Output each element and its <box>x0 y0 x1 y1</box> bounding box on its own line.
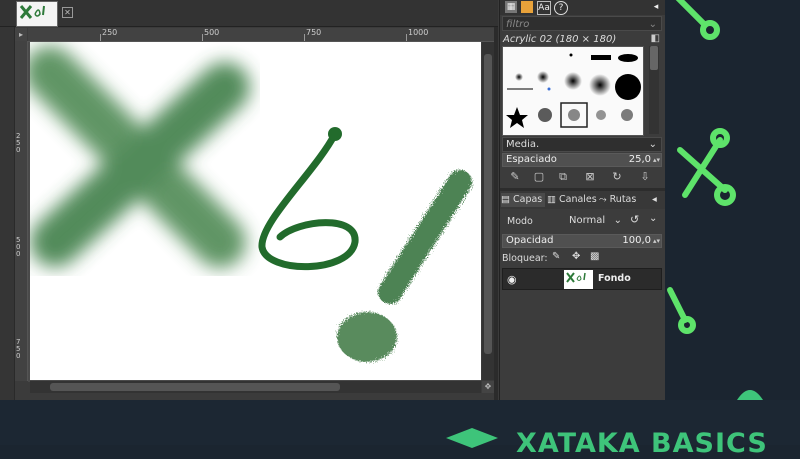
refresh-brushes-icon[interactable]: ↻ <box>610 170 624 184</box>
tab-label: Canales <box>559 194 597 205</box>
pattern-tab-icon[interactable] <box>521 1 533 13</box>
category-value: Media. <box>506 139 540 150</box>
mode-select[interactable]: Normal ⌄ <box>566 214 624 229</box>
ruler-mark: 250 <box>102 28 118 37</box>
vertical-ruler: 250 500 750 <box>15 41 28 381</box>
new-brush-icon[interactable]: ▢ <box>532 170 546 184</box>
close-icon[interactable]: ✕ <box>62 7 73 18</box>
scroll-thumb[interactable] <box>650 46 658 70</box>
brush-filter-input[interactable]: filtro ⌄ <box>502 16 662 31</box>
brush-grid[interactable] <box>502 46 644 136</box>
ruler-mark: 500 <box>204 28 220 37</box>
current-brush-name: Acrylic 02 (180 × 180) <box>503 34 617 45</box>
ruler-mark: 750 <box>306 28 322 37</box>
chevron-down-icon: ⌄ <box>648 139 657 150</box>
navigate-icon[interactable]: ✥ <box>482 381 494 393</box>
layer-thumbnail <box>564 270 593 289</box>
image-canvas[interactable] <box>30 42 481 380</box>
reset-mode-icon[interactable]: ↺ <box>630 213 639 226</box>
ruler-mark: 1000 <box>408 28 429 37</box>
painted-strokes <box>30 46 472 362</box>
panel-menu-icon[interactable]: ◂ <box>652 193 662 207</box>
layer-row[interactable]: ◉ Fondo <box>502 268 662 290</box>
lock-pixels-icon[interactable]: ✎ <box>552 251 560 262</box>
open-brush-icon[interactable]: ⇩ <box>638 170 652 184</box>
horizontal-scrollbar[interactable] <box>30 381 481 393</box>
spacing-label: Espaciado <box>506 154 557 165</box>
filter-placeholder: filtro <box>506 19 530 30</box>
mode-label: Modo <box>507 216 533 227</box>
mode-value: Normal <box>569 215 606 226</box>
horizontal-ruler: 250 500 750 1000 <box>28 28 496 42</box>
layer-panel-tabs: ▤ Capas ▥ Canales ⤳ Rutas ◂ <box>500 191 666 209</box>
layer-name: Fondo <box>598 273 631 284</box>
brush-tool-row: ✎ ▢ ⧉ ⊠ ↻ ⇩ <box>500 170 666 186</box>
ruler-mark: 500 <box>16 236 21 258</box>
vertical-scrollbar[interactable] <box>482 42 494 380</box>
xataka-logo-icon <box>19 5 45 19</box>
tab-layers[interactable]: ▤ Capas <box>501 193 545 207</box>
dock-tab-icons: ▦ Aa ? ◂ <box>500 0 666 15</box>
scroll-thumb[interactable] <box>484 54 492 354</box>
tab-paths[interactable]: ⤳ Rutas <box>599 193 643 207</box>
brush-scrollbar[interactable] <box>649 46 659 134</box>
spinner-arrows-icon[interactable]: ▴▾ <box>653 235 660 247</box>
tab-label: Rutas <box>609 194 637 205</box>
lock-label: Bloquear: <box>502 253 548 264</box>
tab-channels[interactable]: ▥ Canales <box>547 193 597 207</box>
gimp-window: ✕ ▸ 250 500 750 1000 250 500 750 ✥ ▦ Aa … <box>0 0 666 400</box>
chevron-down-icon: ⌄ <box>613 215 622 226</box>
ruler-mark: 750 <box>16 338 21 360</box>
tab-label: Capas <box>513 194 543 205</box>
brush-view-toggle-icon[interactable]: ◧ <box>651 33 660 44</box>
ruler-mark: 250 <box>16 132 21 154</box>
canvas-edge <box>494 27 498 400</box>
right-dock: ▦ Aa ? ◂ filtro ⌄ Acrylic 02 (180 × 180)… <box>499 0 666 400</box>
spinner-arrows-icon[interactable]: ▴▾ <box>653 154 660 166</box>
image-tab-thumbnail[interactable] <box>16 1 58 27</box>
brush-category-select[interactable]: Media. ⌄ <box>502 137 662 152</box>
scissors-icon-pattern <box>667 0 763 400</box>
scroll-thumb[interactable] <box>50 383 340 391</box>
panel-menu-icon[interactable]: ◂ <box>650 1 662 13</box>
ruler-corner-button[interactable]: ▸ <box>15 28 27 41</box>
background-decoration <box>665 0 800 400</box>
lock-alpha-icon[interactable]: ▩ <box>590 251 599 262</box>
lock-position-icon[interactable]: ✥ <box>572 251 580 262</box>
left-strip <box>0 27 15 400</box>
eye-icon[interactable]: ◉ <box>507 273 517 286</box>
edit-brush-icon[interactable]: ✎ <box>508 170 522 184</box>
chevron-down-icon[interactable]: ⌄ <box>649 213 657 224</box>
spacing-value: 25,0 <box>628 154 651 165</box>
brush-tab-icon[interactable]: ▦ <box>505 1 517 13</box>
opacity-value: 100,0 <box>622 235 651 246</box>
opacity-spinner[interactable]: Opacidad 100,0 ▴▾ <box>502 234 662 248</box>
help-icon[interactable]: ? <box>554 1 568 15</box>
brush-thumbnails <box>506 53 641 128</box>
delete-brush-icon[interactable]: ⊠ <box>583 170 597 184</box>
chevron-down-icon[interactable]: ⌄ <box>649 17 657 32</box>
font-tab-icon[interactable]: Aa <box>537 1 551 15</box>
duplicate-brush-icon[interactable]: ⧉ <box>556 170 570 184</box>
spacing-spinner[interactable]: Espaciado 25,0 ▴▾ <box>502 153 662 167</box>
brand-logo-text: XATAKA BASICS <box>516 428 768 459</box>
opacity-label: Opacidad <box>506 235 554 246</box>
xataka-logo-icon <box>566 272 586 283</box>
image-tabs: ✕ <box>0 0 498 27</box>
